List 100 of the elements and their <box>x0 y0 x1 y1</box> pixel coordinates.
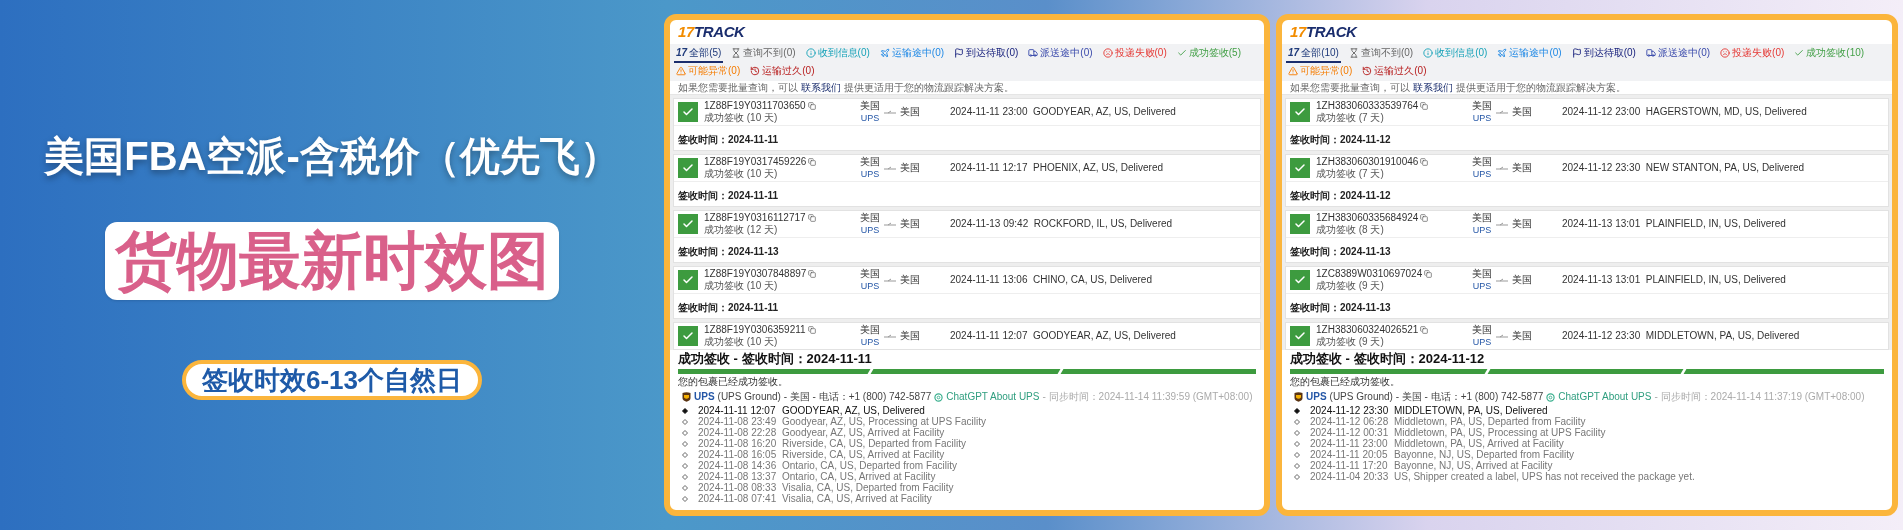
event-time: 2024-11-12 23:30 <box>1310 405 1390 416</box>
origin-country: 美国 <box>1472 324 1492 336</box>
shipment-card[interactable]: 1ZH383060324026521 成功签收 (9 天) 美国 UPS 美国 2024-11-12 23:30 MIDDLETOWN, PA, US, Delivered <box>1285 322 1889 350</box>
copy-icon[interactable] <box>1420 214 1429 222</box>
shipment-card[interactable]: 1ZC8389W0310697024 成功签收 (9 天) 美国 UPS 美国 2024-11-13 13:01 PLAINFIELD, IN, US, Delivered 签收时间：2024-11-13 <box>1285 266 1889 319</box>
status-tab[interactable]: 投递失败(0) <box>1100 47 1169 63</box>
event-description: Visalia, CA, US, Departed from Facility <box>782 482 954 493</box>
delivered-check-icon <box>1290 102 1310 122</box>
status-tab[interactable]: 派送途中(0) <box>1643 47 1713 63</box>
duration-tag: 签收时效6-13个自然日 <box>181 360 482 400</box>
flag-icon <box>954 48 965 58</box>
event-description: Bayonne, NJ, US, Arrived at Facility <box>1394 460 1553 471</box>
check-icon <box>1176 48 1187 58</box>
shipment-card[interactable]: 1Z88F19Y0306359211 成功签收 (10 天) 美国 UPS 美国 2024-11-11 12:07 GOODYEAR, AZ, US, Delivered <box>673 322 1261 350</box>
status-tab[interactable]: 运输过久(0) <box>1360 65 1429 81</box>
shield-icon <box>1294 392 1303 402</box>
delivered-check-icon <box>1290 158 1310 178</box>
delivered-check-icon <box>678 326 698 346</box>
signed-date: 签收时间：2024-11-13 <box>1290 302 1391 313</box>
carrier-label: UPS <box>860 168 880 180</box>
contact-link[interactable]: 联系我们 <box>800 82 841 93</box>
truck-icon <box>1645 48 1656 58</box>
tracking-number: 1Z88F19Y0316112717 <box>704 212 806 224</box>
route-arrow-icon <box>884 334 896 338</box>
status-tab[interactable]: 到达待取(0) <box>1569 47 1638 63</box>
tracking-number: 1ZH383060333539764 <box>1316 100 1419 112</box>
shipment-card[interactable]: 1ZH383060333539764 成功签收 (7 天) 美国 UPS 美国 2024-11-12 23:00 HAGERSTOWN, MD, US, Delivered 签收时间：2024-11-12 <box>1285 98 1889 151</box>
status-tab[interactable]: 查询不到(0) <box>729 47 798 63</box>
copy-icon[interactable] <box>808 270 817 278</box>
status-tab[interactable]: 17 全部(5) <box>674 47 724 63</box>
copy-icon[interactable] <box>1420 158 1429 166</box>
event-description: Bayonne, NJ, US, Departed from Facility <box>1394 449 1575 460</box>
latest-event: 2024-11-13 13:01 PLAINFIELD, IN, US, Delivered <box>1562 218 1786 230</box>
shipment-status: 成功签收 (8 天) <box>1316 224 1385 236</box>
info-icon <box>805 48 816 58</box>
sync-time: - 同步时间：2024-11-14 11:39:59 (GMT+08:00) <box>1042 391 1253 403</box>
shipment-status: 成功签收 (10 天) <box>704 112 779 124</box>
copy-icon[interactable] <box>807 102 816 110</box>
copy-icon[interactable] <box>807 326 816 334</box>
destination-country: 美国 <box>900 162 920 174</box>
copy-icon[interactable] <box>808 158 817 166</box>
event-time: 2024-11-08 16:05 <box>698 449 778 460</box>
detail-heading: 成功签收 - 签收时间：2024-11-11 <box>678 351 873 367</box>
status-tab[interactable]: 派送途中(0) <box>1026 47 1095 63</box>
logo: 17TRACK <box>678 24 745 40</box>
signed-date: 签收时间：2024-11-12 <box>1290 134 1391 145</box>
latest-event: 2024-11-11 12:07 GOODYEAR, AZ, US, Delivered <box>950 330 1176 342</box>
status-tab[interactable]: 投递失败(0) <box>1718 47 1787 63</box>
copy-icon[interactable] <box>1424 270 1433 278</box>
event-description: Ontario, CA, US, Departed from Facility <box>782 460 958 471</box>
history-icon <box>750 66 761 76</box>
knot-icon <box>1546 392 1556 402</box>
route-arrow-icon <box>1496 334 1508 338</box>
banner-title: 美国FBA空派-含税价（优先飞） <box>44 133 620 180</box>
copy-icon[interactable] <box>1420 102 1429 110</box>
copy-icon[interactable] <box>807 214 816 222</box>
shipment-status: 成功签收 (12 天) <box>704 224 779 236</box>
tracking-number: 1ZH383060335684924 <box>1316 212 1419 224</box>
carrier-name[interactable]: UPS <box>1306 391 1327 403</box>
status-tab[interactable]: 查询不到(0) <box>1346 47 1416 63</box>
carrier-info: (UPS Ground) - 美国 - 电话：+1 (800) 742-5877 <box>717 391 932 403</box>
shipment-card[interactable]: 1ZH383060301910046 成功签收 (7 天) 美国 UPS 美国 2024-11-12 23:30 NEW STANTON, PA, US, Delivered 签收时间：2024-11-12 <box>1285 154 1889 207</box>
event-time: 2024-11-12 00:31 <box>1310 427 1390 438</box>
delivered-check-icon <box>1290 214 1310 234</box>
tracking-number: 1Z88F19Y0307848897 <box>704 268 807 280</box>
latest-event: 2024-11-11 13:06 CHINO, CA, US, Delivered <box>950 274 1152 286</box>
origin-country: 美国 <box>860 324 880 336</box>
history-icon <box>1362 66 1373 76</box>
carrier-label: UPS <box>1472 112 1492 124</box>
carrier-label: UPS <box>1472 280 1492 292</box>
signed-date: 签收时间：2024-11-13 <box>678 246 779 257</box>
copy-icon[interactable] <box>1420 326 1429 334</box>
carrier-label: UPS <box>860 280 880 292</box>
event-description: GOODYEAR, AZ, US, Delivered <box>782 405 925 416</box>
shipment-card[interactable]: 1Z88F19Y0307848897 成功签收 (10 天) 美国 UPS 美国 2024-11-11 13:06 CHINO, CA, US, Delivered 签收时间：2024-11-11 <box>673 266 1261 319</box>
destination-country: 美国 <box>1512 330 1532 342</box>
event-time: 2024-11-08 07:41 <box>698 493 778 504</box>
tracking-number: 1Z88F19Y0311703650 <box>704 100 806 112</box>
signed-date: 签收时间：2024-11-11 <box>678 134 779 145</box>
carrier-name[interactable]: UPS <box>694 391 715 403</box>
destination-country: 美国 <box>900 218 920 230</box>
truck-icon <box>1028 48 1039 58</box>
destination-country: 美国 <box>1512 106 1532 118</box>
signed-date: 签收时间：2024-11-11 <box>678 302 779 313</box>
shipment-card[interactable]: 1ZH383060335684924 成功签收 (8 天) 美国 UPS 美国 2024-11-13 13:01 PLAINFIELD, IN, US, Delivered 签收时间：2024-11-13 <box>1285 210 1889 263</box>
signed-date: 签收时间：2024-11-13 <box>1290 246 1391 257</box>
shipment-card[interactable]: 1Z88F19Y0317459226 成功签收 (10 天) 美国 UPS 美国 2024-11-11 12:17 PHOENIX, AZ, US, Delivered 签收时间：2024-11-11 <box>673 154 1261 207</box>
destination-country: 美国 <box>900 274 920 286</box>
latest-event: 2024-11-12 23:30 NEW STANTON, PA, US, Delivered <box>1562 162 1805 174</box>
origin-country: 美国 <box>860 156 880 168</box>
contact-link[interactable]: 联系我们 <box>1412 82 1453 93</box>
shipment-card[interactable]: 1Z88F19Y0311703650 成功签收 (10 天) 美国 UPS 美国 2024-11-11 23:00 GOODYEAR, AZ, US, Delivered 签收时间：2024-11-11 <box>673 98 1261 151</box>
shipment-card[interactable]: 1Z88F19Y0316112717 成功签收 (12 天) 美国 UPS 美国 2024-11-13 09:42 ROCKFORD, IL, US, Delivered 签收时间：2024-11-13 <box>673 210 1261 263</box>
event-time: 2024-11-08 13:37 <box>698 471 778 482</box>
status-tab[interactable]: 运输过久(0) <box>748 65 817 81</box>
carrier-label: UPS <box>1472 336 1492 348</box>
status-tab[interactable]: 17 全部(10) <box>1286 47 1341 63</box>
status-tab[interactable]: 到达待取(0) <box>952 47 1021 63</box>
signed-date: 签收时间：2024-11-11 <box>678 190 779 201</box>
latest-event: 2024-11-12 23:30 MIDDLETOWN, PA, US, Delivered <box>1562 330 1800 342</box>
